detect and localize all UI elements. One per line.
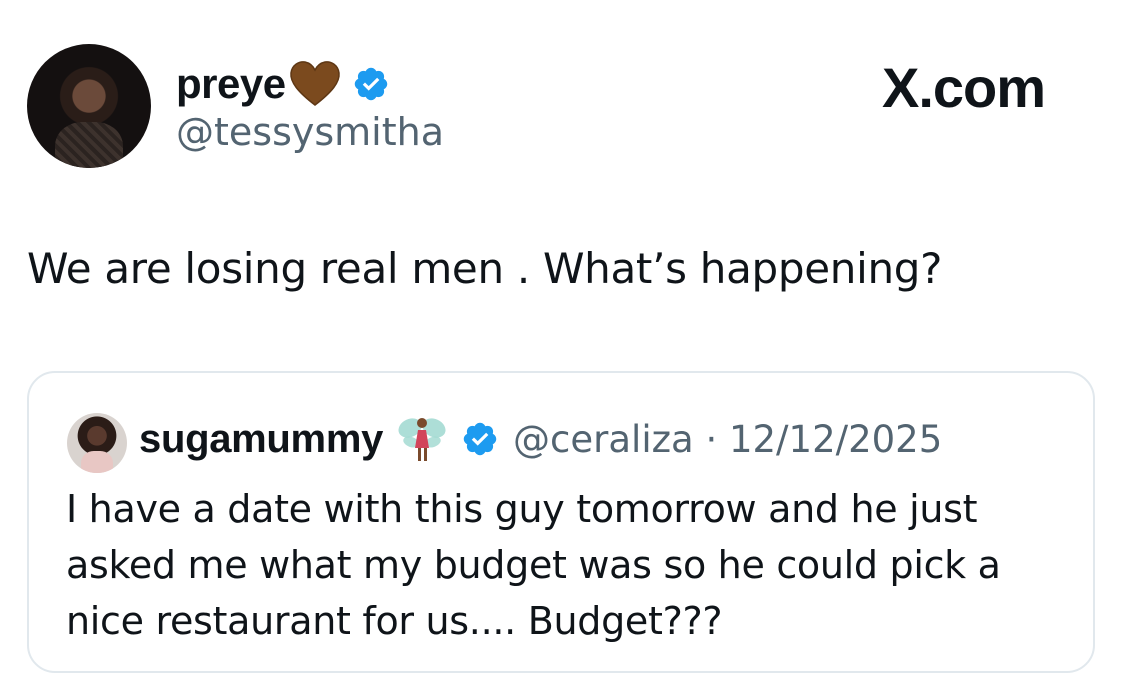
quoted-author-name[interactable]: sugamummy <box>139 417 383 462</box>
quoted-tweet-card[interactable]: sugamummy @ceraliza · 12/12/2025 I have … <box>27 371 1095 673</box>
brown-heart-icon <box>289 61 340 106</box>
tweet-text: We are losing real men . What’s happenin… <box>27 244 943 293</box>
quoted-author-avatar[interactable] <box>67 413 127 473</box>
verified-badge-icon <box>463 422 497 456</box>
author-display-name[interactable]: preye <box>176 60 286 108</box>
fairy-icon <box>398 418 446 461</box>
author-avatar[interactable] <box>27 44 151 168</box>
author-handle[interactable]: @tessysmitha <box>176 110 444 154</box>
quoted-handle-and-date[interactable]: @ceraliza · 12/12/2025 <box>513 418 942 461</box>
author-name-row: preye <box>176 58 390 110</box>
quoted-author-row: sugamummy @ceraliza · 12/12/2025 <box>139 411 942 467</box>
quoted-tweet-text: I have a date with this guy tomorrow and… <box>66 487 1001 643</box>
verified-badge-icon <box>354 67 387 101</box>
brand-logo: X.com <box>882 56 1046 119</box>
